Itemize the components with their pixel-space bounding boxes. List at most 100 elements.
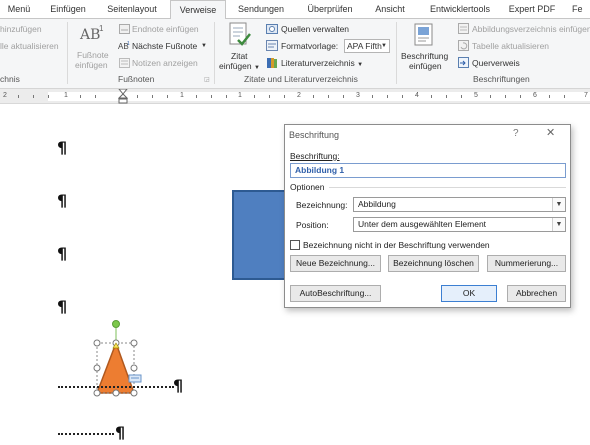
ruler-tick <box>313 95 314 98</box>
ruler-tick <box>284 95 285 98</box>
group-separator <box>214 22 215 84</box>
dialog-launcher-icon[interactable]: ◲ <box>204 75 210 86</box>
ruler-tick <box>402 95 403 98</box>
update-table-button[interactable]: lle aktualisieren <box>0 41 59 52</box>
chevron-down-icon: ▼ <box>357 62 364 68</box>
ok-button[interactable]: OK <box>441 285 497 302</box>
chevron-down-icon: ▼ <box>552 198 565 211</box>
ruler-tick <box>137 95 138 98</box>
next-footnote-icon: AB 1 <box>118 41 130 51</box>
exclude-label-checkbox[interactable] <box>290 240 300 250</box>
caption-dialog: Beschriftung ? ✕ Beschriftung: Abbildung… <box>284 124 571 308</box>
update-table-icon <box>458 40 469 51</box>
tab-view[interactable]: Ansicht <box>368 0 412 19</box>
ruler-tick <box>461 95 462 98</box>
style-icon <box>266 40 278 51</box>
svg-text:1: 1 <box>127 41 130 47</box>
ruler-tick <box>167 95 168 98</box>
dialog-title: Beschriftung <box>289 130 340 140</box>
ribbon-tab-bar: Menü Einfügen Seitenlayout Verweise Send… <box>0 0 590 20</box>
ruler-tick <box>95 95 96 98</box>
tab-review[interactable]: Überprüfen <box>300 0 360 19</box>
citation-style-select[interactable]: APA Fifth ▼ <box>344 39 390 53</box>
ruler-tick <box>80 95 81 98</box>
insert-citation-icon <box>228 22 252 48</box>
ruler-tick <box>196 95 197 98</box>
citations-group-label: Zitate und Literaturverzeichnis <box>244 74 358 84</box>
tab-developer[interactable]: Entwicklertools <box>420 0 500 19</box>
tab-expert-pdf[interactable]: Expert PDF <box>506 0 558 19</box>
ruler-tick <box>226 95 227 98</box>
tab-mailings[interactable]: Sendungen <box>232 0 290 19</box>
close-icon[interactable]: ✕ <box>546 127 555 139</box>
ruler-tick <box>343 95 344 98</box>
indent-marker-icon[interactable] <box>117 88 129 104</box>
ruler-tick <box>446 95 447 98</box>
tab-references[interactable]: Verweise <box>170 0 226 20</box>
paragraph-mark: ¶ <box>57 191 68 210</box>
insert-footnote-button-line2[interactable]: einfügen <box>75 60 108 71</box>
endnote-icon <box>119 24 130 34</box>
ruler-tick <box>33 95 34 98</box>
delete-label-button[interactable]: Bezeichnung löschen <box>388 255 479 272</box>
ribbon-references: hinzufügen lle aktualisieren chnis AB 1 … <box>0 19 590 89</box>
ruler-tick <box>152 95 153 98</box>
ruler-tick <box>387 95 388 98</box>
chevron-down-icon: ▼ <box>552 218 565 231</box>
tab-insert[interactable]: Einfügen <box>44 0 92 19</box>
ruler-tick <box>520 95 521 98</box>
chevron-down-icon: ▼ <box>254 65 260 71</box>
group-separator <box>396 22 397 84</box>
paragraph-mark: ¶ <box>173 376 184 395</box>
ruler-label: 1 <box>238 92 242 99</box>
options-label: Optionen <box>290 182 325 192</box>
tab-page-layout[interactable]: Seitenlayout <box>100 0 164 19</box>
update-table-of-figures-button[interactable]: Tabelle aktualisieren <box>472 41 549 52</box>
cancel-button[interactable]: Abbrechen <box>507 285 566 302</box>
horizontal-ruler[interactable]: 2 1 1 1 2 3 4 5 6 7 <box>0 88 590 104</box>
tab-menu[interactable]: Menü <box>2 0 36 19</box>
cross-reference-button[interactable]: Querverweis <box>472 58 520 69</box>
position-label: Position: <box>296 220 329 230</box>
add-text-button[interactable]: hinzufügen <box>0 24 42 35</box>
caption-label: Beschriftung: <box>290 151 340 161</box>
insert-footnote-icon: AB 1 <box>80 24 104 43</box>
label-select[interactable]: Abbildung ▼ <box>353 197 566 212</box>
layout-options-icon[interactable] <box>128 374 144 384</box>
caption-field[interactable]: Abbildung 1 <box>290 163 566 178</box>
ruler-label: 4 <box>415 92 419 99</box>
insert-citation-button-line2[interactable]: einfügen ▼ <box>219 61 260 74</box>
insert-caption-icon <box>414 23 434 47</box>
insert-caption-button-line2[interactable]: einfügen <box>409 61 442 72</box>
paragraph-mark: ¶ <box>115 423 126 442</box>
new-label-button[interactable]: Neue Bezeichnung... <box>290 255 381 272</box>
ruler-tick <box>269 95 270 98</box>
next-footnote-button[interactable]: Nächste Fußnote <box>132 41 197 52</box>
blue-rectangle-shape[interactable] <box>232 190 292 280</box>
insert-table-of-figures-button[interactable]: Abbildungsverzeichnis einfügen <box>472 24 590 35</box>
ruler-tick <box>211 95 212 98</box>
manage-sources-button[interactable]: Quellen verwalten <box>281 24 349 35</box>
ruler-tick <box>490 95 491 98</box>
ruler-tick <box>254 95 255 98</box>
bibliography-button[interactable]: Literaturverzeichnis ▼ <box>281 58 363 71</box>
ruler-text-area <box>48 92 590 101</box>
autocaption-button[interactable]: AutoBeschriftung... <box>290 285 381 302</box>
ruler-tick <box>18 95 19 98</box>
tab-partial[interactable]: Fe <box>566 0 590 19</box>
chevron-down-icon[interactable]: ▼ <box>201 41 207 52</box>
toc-group-label: chnis <box>0 74 20 84</box>
ruler-tick <box>549 95 550 98</box>
position-select[interactable]: Unter dem ausgewählten Element ▼ <box>353 217 566 232</box>
show-notes-button[interactable]: Notizen anzeigen <box>132 58 198 69</box>
numbering-button[interactable]: Nummerierung... <box>487 255 566 272</box>
ruler-label: 2 <box>3 92 7 99</box>
options-divider <box>329 187 566 188</box>
bibliography-icon <box>266 57 278 69</box>
show-notes-icon <box>119 58 130 68</box>
insert-endnote-button[interactable]: Endnote einfügen <box>132 24 199 35</box>
help-icon[interactable]: ? <box>513 128 519 140</box>
paragraph-mark: ¶ <box>57 244 68 263</box>
ruler-tick <box>48 95 49 98</box>
cross-reference-icon <box>458 57 469 68</box>
